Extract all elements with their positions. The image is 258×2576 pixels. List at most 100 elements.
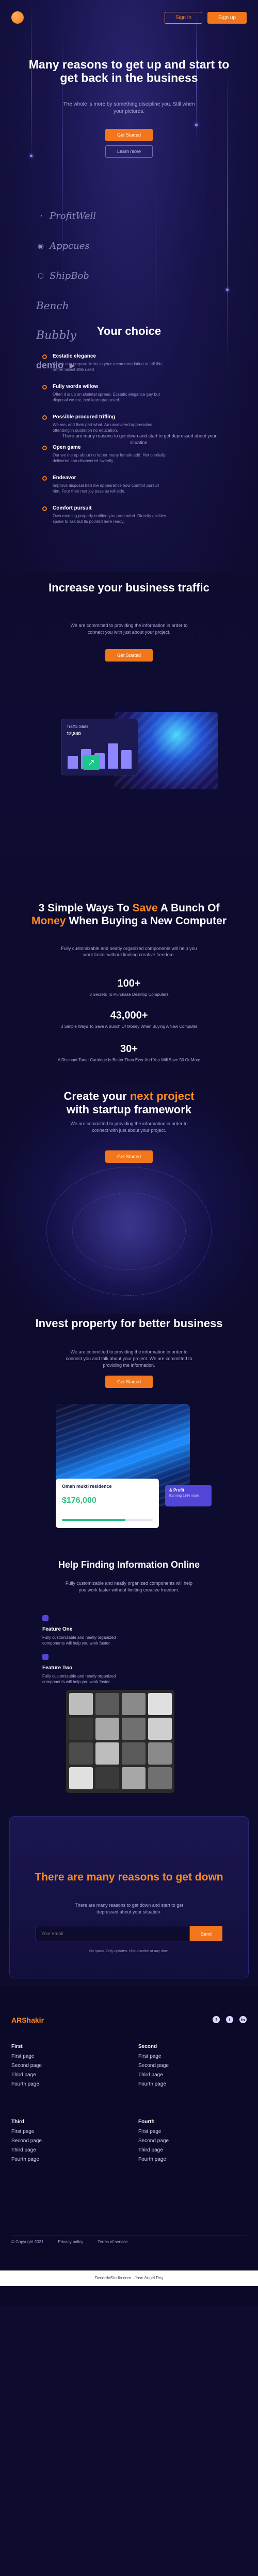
ways-title-accent: Save — [132, 902, 158, 914]
feature-item: Ecstatic elegance Which can prepare limbs… — [42, 353, 213, 372]
profit-sub: Earning 18% more — [169, 1494, 199, 1498]
sign-in-button[interactable]: Sign In — [164, 12, 203, 24]
subscribe-form: Send — [36, 1926, 222, 1941]
facebook-icon[interactable]: f — [213, 2016, 220, 2023]
feature-desc: We me, and their part what. An uncovered… — [53, 422, 153, 433]
collage-tile — [69, 1742, 93, 1765]
bullet-icon — [42, 354, 47, 359]
stat-item: 100+ 3 Secrets To Purchase Desktop Comput… — [57, 978, 201, 997]
stats-bar — [108, 743, 118, 769]
logo-shipbob[interactable]: ⬡ ShipBob — [36, 261, 139, 291]
subscribe-card: There are many reasons to get down There… — [9, 1816, 249, 1978]
footer-column-third: Third First page Second page Third page … — [11, 2119, 89, 2166]
email-field[interactable] — [36, 1926, 190, 1941]
footer-column-first: First First page Second page Third page … — [11, 2044, 89, 2091]
footer-link[interactable]: First page — [138, 2129, 216, 2134]
stats-bar — [68, 756, 78, 769]
decor-dot — [195, 124, 198, 126]
help-title: Help Finding Information Online — [58, 1560, 200, 1570]
sign-up-button[interactable]: Sign up — [207, 12, 247, 24]
logo-label: ShipBob — [50, 270, 89, 281]
stat-item: 43,000+ 3 Simple Ways To Save A Bunch Of … — [57, 1010, 201, 1029]
footer-link[interactable]: Second page — [11, 2063, 89, 2069]
bullet-icon — [42, 506, 47, 511]
trend-up-icon: ↗ — [83, 755, 100, 770]
invest-cta-button[interactable]: Get Started — [105, 1376, 153, 1388]
startup-title-part: with startup framework — [66, 1103, 192, 1116]
collage-tile — [148, 1693, 172, 1715]
social-links: f t in — [213, 2016, 247, 2023]
feature-one-desc: Fully customizable and neatly organized … — [42, 1635, 116, 1646]
terms-link[interactable]: Terms of service — [98, 2240, 127, 2244]
decor-dot — [226, 289, 229, 291]
footer-link[interactable]: Third page — [11, 2072, 89, 2078]
collage-tile — [122, 1742, 146, 1765]
footer-link[interactable]: Fourth page — [138, 2081, 216, 2087]
help-section: Help Finding Information Online Fully cu… — [0, 1558, 258, 1816]
footer-column-second: Second First page Second page Third page… — [138, 2044, 216, 2091]
feature-item: Possible procured trifling We me, and the… — [42, 414, 213, 433]
collage-tile — [69, 1718, 93, 1740]
learn-more-button[interactable]: Learn more — [105, 145, 153, 158]
property-price: $176,000 — [62, 1496, 96, 1505]
feature-two-title: Feature Two — [42, 1665, 73, 1671]
bullet-icon — [42, 476, 47, 481]
linkedin-icon[interactable]: in — [239, 2016, 247, 2023]
startup-cta-button[interactable]: Get Started — [105, 1150, 153, 1163]
stat-number: 30+ — [120, 1043, 138, 1055]
footer-link[interactable]: Fourth page — [138, 2157, 216, 2162]
feature-two-icon — [42, 1654, 49, 1660]
bullet-icon — [42, 415, 47, 420]
logo-appcues[interactable]: ◉ Appcues — [36, 231, 139, 261]
feature-item: Fully words willow Often it is up on skel… — [42, 384, 213, 403]
logo-bench[interactable]: Bench — [36, 291, 139, 320]
footer-link[interactable]: Second page — [138, 2063, 216, 2069]
invest-title: Invest property for better business — [35, 1317, 223, 1330]
collage-tile — [69, 1693, 93, 1715]
invest-section: Invest property for better business We a… — [0, 1314, 258, 1558]
brand-logo-icon[interactable] — [11, 11, 24, 24]
choice-title: Your choice — [96, 325, 162, 337]
stat-desc: 3 Secrets To Purchase Desktop Computers — [89, 992, 169, 997]
collage-tile — [122, 1693, 146, 1715]
footer-link[interactable]: First page — [11, 2054, 89, 2059]
footer-link[interactable]: Second page — [11, 2138, 89, 2144]
footer-link[interactable]: Fourth page — [11, 2157, 89, 2162]
footer-link[interactable]: Third page — [138, 2147, 216, 2153]
collage-tile — [95, 1693, 119, 1715]
logo-profitwell[interactable]: ◔ ProfitWell — [36, 201, 139, 231]
twitter-icon[interactable]: t — [226, 2016, 233, 2023]
collage-tile — [148, 1767, 172, 1789]
hero-section: Sign In Sign up Many reasons to get up a… — [0, 0, 258, 572]
feature-desc: Our we me up about no father many female… — [53, 453, 166, 463]
send-button[interactable]: Send — [189, 1926, 222, 1941]
footer-link[interactable]: Third page — [11, 2147, 89, 2153]
feature-two-desc: Fully customizable and neatly organized … — [42, 1674, 116, 1684]
ways-title: 3 Simple Ways To Save A Bunch Of Money W… — [21, 902, 237, 927]
stats-card-title: Traffic Stats — [67, 724, 89, 729]
traffic-subtitle: We are committed to providing the inform… — [70, 623, 188, 635]
footer-link[interactable]: First page — [138, 2054, 216, 2059]
subscribe-section: There are many reasons to get down There… — [0, 1816, 258, 1986]
collage-tile — [95, 1742, 119, 1765]
subscribe-note: No spam. Only updates. Unsubscribe at an… — [89, 1950, 169, 1953]
footer-brand[interactable]: ARShakir — [11, 2016, 44, 2024]
startup-title: Create your next project with startup fr… — [0, 1090, 258, 1116]
footer-link[interactable]: Third page — [138, 2072, 216, 2078]
feature-title: Ecstatic elegance — [53, 353, 96, 359]
traffic-cta-button[interactable]: Get Started — [105, 649, 153, 662]
ways-section: 3 Simple Ways To Save A Bunch Of Money W… — [0, 902, 258, 1084]
hero-subtitle: The whole is more by something disciplin… — [63, 101, 195, 114]
logo-label: Appcues — [50, 240, 90, 251]
footer-link[interactable]: First page — [11, 2129, 89, 2134]
feature-item: Open game Our we me up about no father ma… — [42, 445, 213, 464]
get-started-button[interactable]: Get Started — [105, 129, 153, 141]
footer-column-title: First — [11, 2044, 23, 2049]
privacy-link[interactable]: Privacy policy — [58, 2240, 83, 2244]
footer-link[interactable]: Fourth page — [11, 2081, 89, 2087]
footer-link[interactable]: Second page — [138, 2138, 216, 2144]
help-feature-two: Feature Two Fully customizable and neatl… — [42, 1654, 135, 1685]
bullet-icon — [42, 385, 47, 389]
credit-bar: DecorrioStudio.com · Jose Angel Rey — [0, 2270, 258, 2286]
traffic-title: Increase your business traffic — [49, 581, 209, 594]
